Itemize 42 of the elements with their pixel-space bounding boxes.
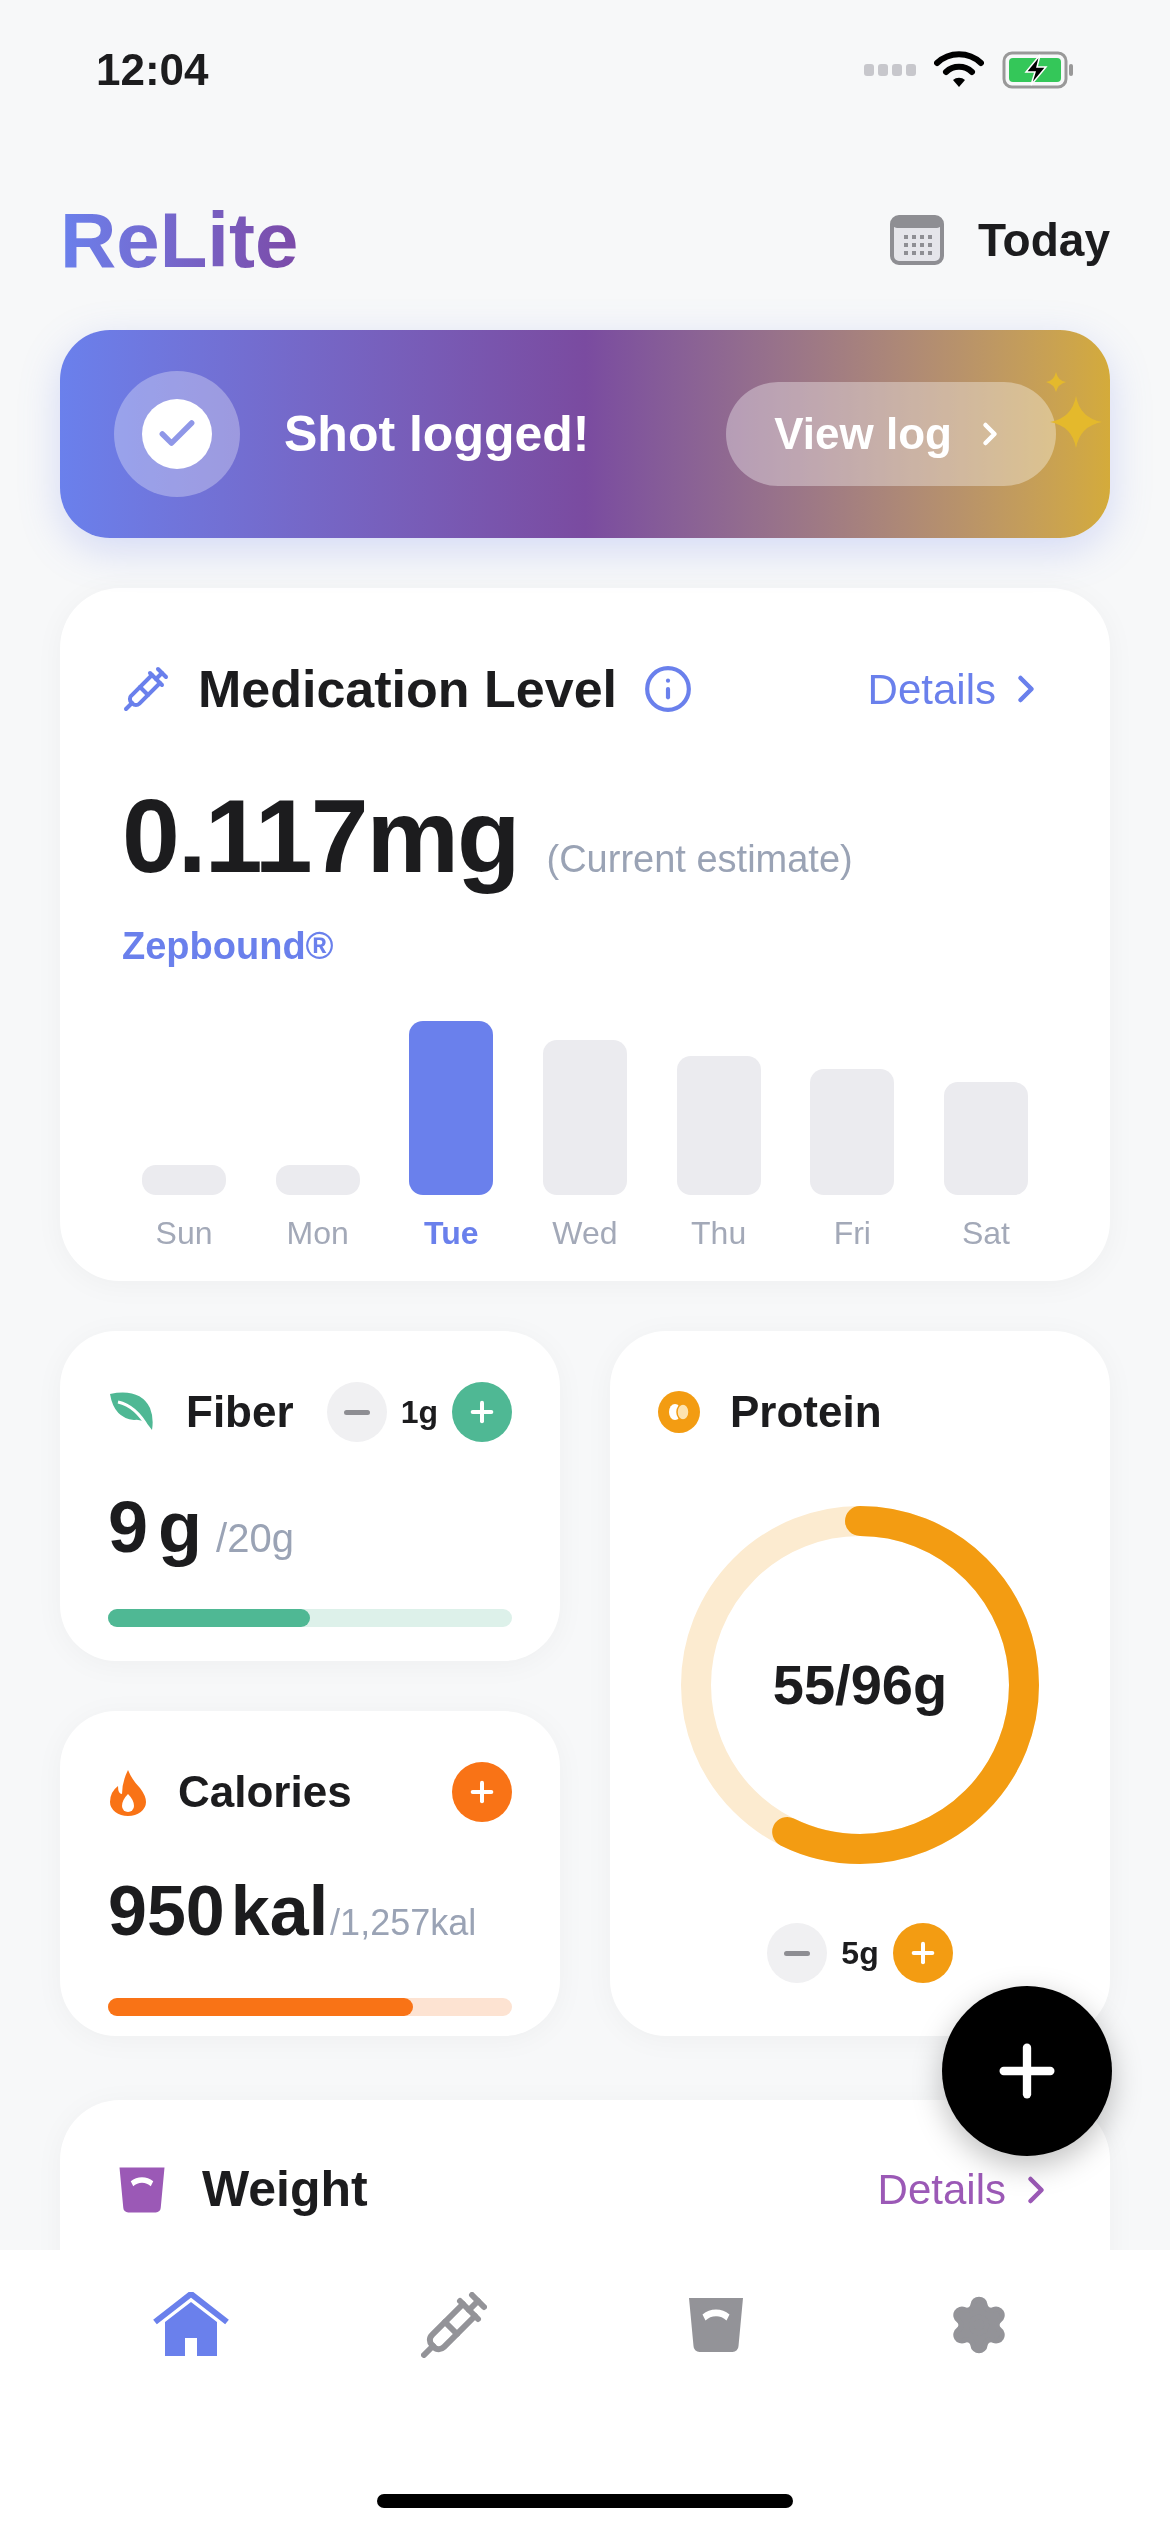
day-label: Sat xyxy=(961,1214,1010,1253)
calories-value: 950 xyxy=(108,1871,225,1952)
day-label: Wed xyxy=(552,1214,618,1253)
fiber-value: 9 xyxy=(108,1486,149,1569)
day-label: Fri xyxy=(833,1214,871,1253)
signal-icon xyxy=(864,64,916,76)
minus-icon xyxy=(343,1409,370,1415)
medication-value: 0.117mg xyxy=(122,777,519,896)
battery-icon xyxy=(1002,51,1074,89)
home-icon xyxy=(151,2292,232,2358)
calendar-icon xyxy=(889,215,944,265)
details-link[interactable]: Details xyxy=(867,657,1048,721)
day-label: Sun xyxy=(155,1214,213,1253)
day-label: Mon xyxy=(286,1214,349,1253)
details-link[interactable]: Details xyxy=(877,2158,1058,2221)
fiber-unit: g xyxy=(158,1486,203,1569)
info-icon[interactable] xyxy=(643,664,693,714)
calories-unit: kal xyxy=(230,1871,329,1952)
drug-name: Zepbound® xyxy=(122,924,334,969)
card-title: Medication Level xyxy=(198,659,617,720)
banner-message: Shot logged! xyxy=(284,404,590,464)
step-amount: 1g xyxy=(400,1393,438,1432)
day-label: Thu xyxy=(691,1214,747,1253)
protein-icon xyxy=(658,1391,700,1433)
card-title: Fiber xyxy=(186,1386,294,1438)
today-button[interactable]: Today xyxy=(889,205,1110,275)
estimate-note: (Current estimate) xyxy=(546,837,853,882)
day-label: Tue xyxy=(424,1214,479,1253)
card-title: Calories xyxy=(178,1766,352,1818)
protein-reading: 55/96g xyxy=(772,1652,948,1718)
card-title: Protein xyxy=(730,1386,882,1438)
wifi-icon xyxy=(934,51,984,89)
card-title: Weight xyxy=(202,2160,368,2219)
increment-button[interactable] xyxy=(452,1382,512,1442)
step-amount: 5g xyxy=(841,1934,879,1973)
status-time: 12:04 xyxy=(96,44,209,96)
increment-button[interactable] xyxy=(452,1762,512,1822)
minus-icon xyxy=(784,1950,811,1956)
flame-icon xyxy=(108,1768,148,1816)
calories-goal: /1,257kal xyxy=(330,1901,477,1945)
syringe-icon xyxy=(122,665,170,713)
fiber-goal: /20g xyxy=(216,1515,294,1562)
